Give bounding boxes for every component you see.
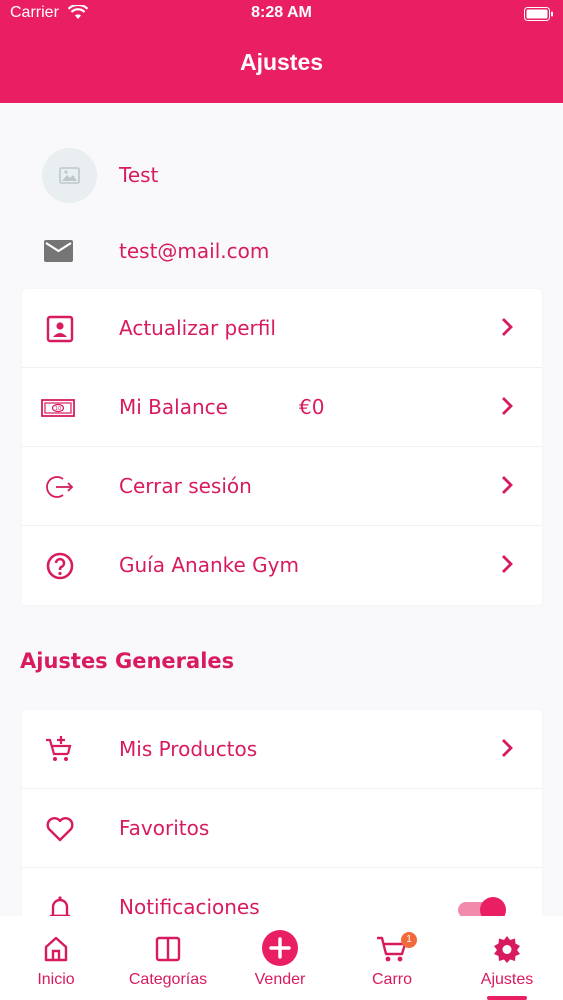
home-icon <box>44 936 68 962</box>
section-title: Ajustes Generales <box>20 649 235 673</box>
favorites-label: Favoritos <box>119 816 210 840</box>
page-title: Ajustes <box>239 49 324 75</box>
chevron-right-icon <box>502 318 513 336</box>
chevron-right-icon <box>502 476 513 494</box>
avatar[interactable] <box>42 148 97 203</box>
logout-icon <box>46 476 74 498</box>
my-products-row[interactable]: Mis Productos <box>22 710 542 789</box>
chevron-right-icon <box>502 555 513 573</box>
profile-card-icon <box>46 315 74 343</box>
profile-email: test@mail.com <box>119 239 270 263</box>
logout-row[interactable]: Cerrar sesión <box>22 447 542 526</box>
my-products-label: Mis Productos <box>119 737 258 761</box>
svg-text:10: 10 <box>55 406 61 412</box>
app-header: Carrier 8:28 AM Ajustes <box>0 0 563 103</box>
balance-row[interactable]: 10 Mi Balance €0 <box>22 368 542 447</box>
tab-categorias[interactable]: Categorías <box>112 916 224 1000</box>
cart-add-icon <box>46 736 72 761</box>
active-tab-indicator <box>487 996 527 1000</box>
guide-row[interactable]: Guía Ananke Gym <box>22 526 542 605</box>
clock: 8:28 AM <box>251 4 312 21</box>
categories-icon <box>155 936 181 962</box>
balance-value: €0 <box>299 395 325 419</box>
heart-icon <box>46 817 74 842</box>
cart-badge: 1 <box>401 932 417 948</box>
tab-label: Ajustes <box>480 971 534 988</box>
balance-label: Mi Balance <box>119 395 228 419</box>
banknote-icon: 10 <box>41 399 75 417</box>
tab-label: Categorías <box>128 971 208 988</box>
tab-inicio[interactable]: Inicio <box>0 916 112 1000</box>
general-settings-card: Mis Productos Favoritos Notificaciones <box>22 710 542 947</box>
chevron-right-icon <box>502 739 513 757</box>
image-placeholder-icon <box>59 167 80 184</box>
tab-carro[interactable]: 1 Carro <box>336 916 448 1000</box>
update-profile-row[interactable]: Actualizar perfil <box>22 289 542 368</box>
favorites-row[interactable]: Favoritos <box>22 789 542 868</box>
status-bar: Carrier 8:28 AM <box>0 0 563 30</box>
tab-label: Carro <box>371 971 412 988</box>
guide-label: Guía Ananke Gym <box>119 553 299 577</box>
tab-label: Inicio <box>37 971 75 988</box>
tab-vender[interactable]: Vender <box>224 916 336 1000</box>
mail-icon <box>44 240 73 262</box>
add-circle-icon <box>262 930 298 966</box>
tab-bar: Inicio Categorías Vender 1 Carro Ajustes <box>0 916 563 1000</box>
profile-name: Test <box>119 163 159 187</box>
gear-icon <box>494 936 520 963</box>
update-profile-label: Actualizar perfil <box>119 316 276 340</box>
tab-ajustes[interactable]: Ajustes <box>451 916 563 1000</box>
logout-label: Cerrar sesión <box>119 474 252 498</box>
account-card: Actualizar perfil 10 Mi Balance €0 Cerra… <box>22 289 542 605</box>
tab-label: Vender <box>254 971 306 988</box>
battery-icon <box>524 7 553 21</box>
chevron-right-icon <box>502 397 513 415</box>
help-icon <box>46 552 74 580</box>
